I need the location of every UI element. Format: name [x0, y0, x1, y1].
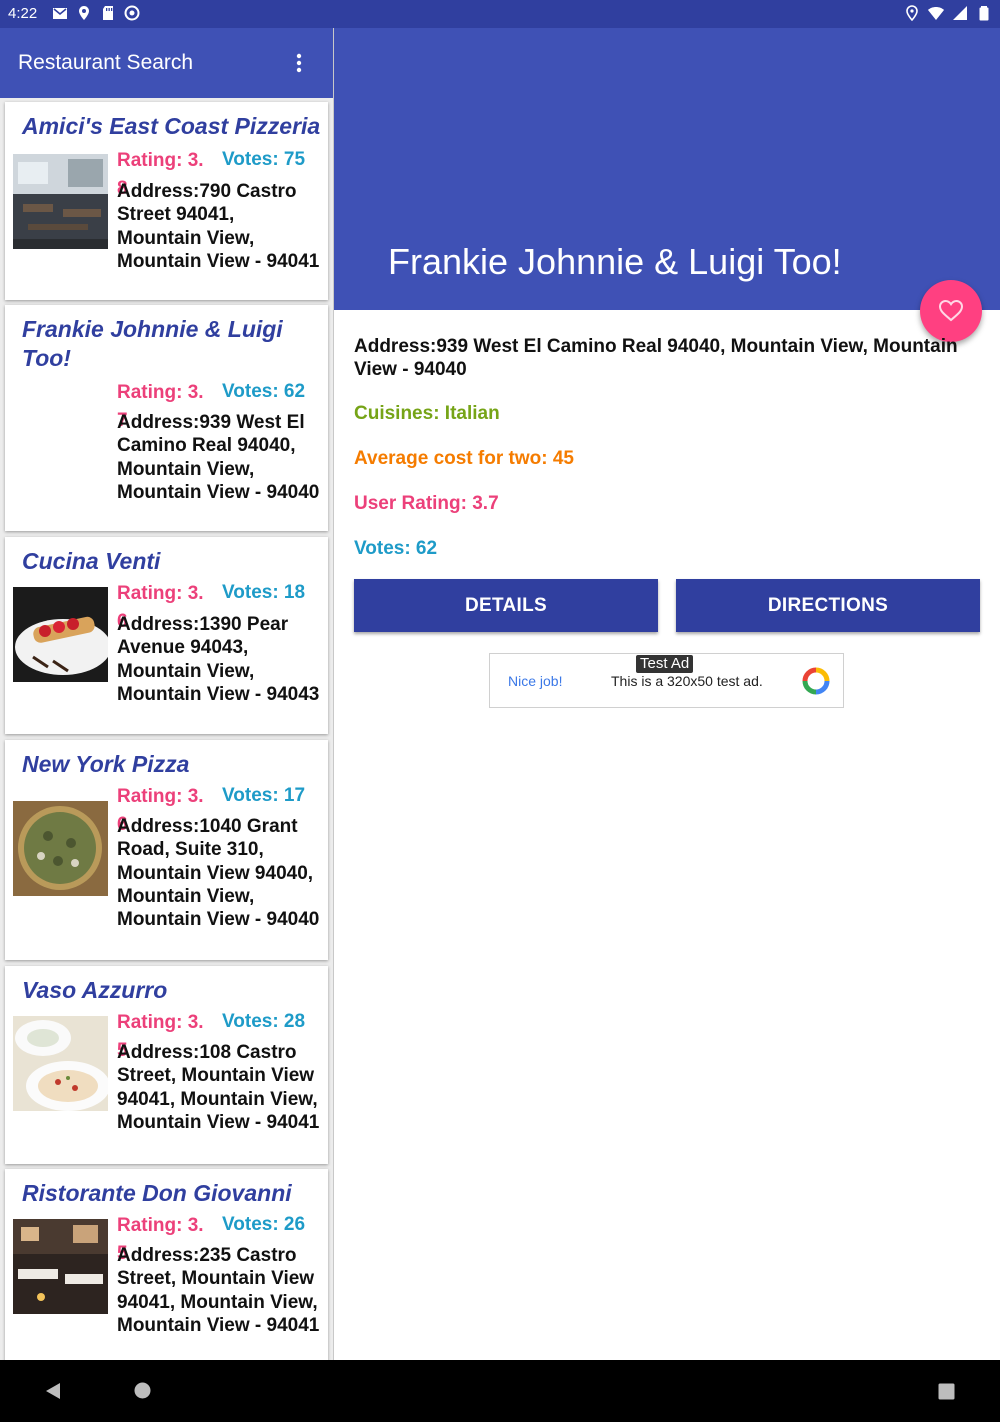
address-text: Address:790 Castro Street 94041, Mountai…: [117, 181, 320, 272]
restaurant-card[interactable]: Frankie Johnnie & Luigi Too! Rating: 3.7…: [5, 305, 328, 531]
restaurant-card[interactable]: Vaso Azzurro Rating: 3.5 Votes: 28 Addre…: [5, 966, 328, 1164]
rating-text: Rating: 3.7: [117, 382, 204, 431]
directions-button[interactable]: DIRECTIONS: [676, 579, 980, 632]
ad-nice-text: Nice job!: [508, 673, 563, 689]
address-text: Address:1040 Grant Road, Suite 310, Moun…: [117, 816, 320, 931]
rating-text: Rating: 3.6: [117, 583, 204, 632]
restaurant-card[interactable]: Amici's East Coast Pizzeria Rating: 3.8 …: [5, 102, 328, 300]
status-bar: 4:22: [0, 0, 1000, 28]
ad-logo-icon: [802, 667, 830, 695]
restaurant-name: Ristorante Don Giovanni: [22, 1180, 292, 1206]
restaurant-card[interactable]: Cucina Venti Rating: 3.6 Votes: 18 Addre…: [5, 537, 328, 734]
rating-text: Rating: 3.6: [117, 786, 204, 835]
address-text: Address:235 Castro Street, Mountain View…: [117, 1245, 320, 1336]
detail-title: Frankie Johnnie & Luigi Too!: [388, 241, 842, 282]
restaurant-card[interactable]: Ristorante Don Giovanni Rating: 3.5 Vote…: [5, 1169, 328, 1360]
heart-outline-icon: [938, 299, 964, 322]
restaurant-list[interactable]: Amici's East Coast Pizzeria Rating: 3.8 …: [0, 98, 333, 1360]
restaurant-name: Amici's East Coast Pizzeria: [22, 113, 321, 139]
details-button[interactable]: DETAILS: [354, 579, 658, 632]
app-title: Restaurant Search: [18, 51, 194, 74]
signal-icon: [953, 6, 967, 20]
wifi-icon: [928, 7, 944, 20]
rating-text: Rating: 3.5: [117, 1012, 204, 1061]
location-icon: [79, 6, 89, 20]
sync-icon: [124, 5, 140, 21]
favorite-button[interactable]: [920, 280, 982, 342]
ad-banner[interactable]: Nice job! This is a 320x50 test ad. Test…: [489, 653, 844, 708]
ad-body-text: This is a 320x50 test ad.: [611, 673, 763, 689]
votes-text: Votes: 62: [222, 381, 306, 402]
home-icon[interactable]: [134, 1382, 151, 1399]
votes-text: Votes: 75: [222, 149, 306, 170]
app-bar: Restaurant Search: [0, 28, 333, 98]
dessert-plate-photo: [13, 587, 108, 682]
rating-text: Rating: 3.5: [117, 1215, 204, 1264]
restaurant-interior-photo: [13, 154, 108, 249]
recents-icon[interactable]: [938, 1383, 955, 1400]
detail-user-rating: User Rating: 3.7: [354, 493, 499, 514]
votes-text: Votes: 28: [222, 1011, 306, 1032]
sd-card-icon: [103, 6, 113, 20]
votes-text: Votes: 17: [222, 785, 306, 806]
detail-votes: Votes: 62: [354, 538, 438, 559]
detail-cuisines: Cuisines: Italian: [354, 403, 500, 424]
more-vert-icon[interactable]: [286, 48, 312, 78]
rating-text: Rating: 3.8: [117, 150, 204, 199]
address-text: Address:1390 Pear Avenue 94043, Mountain…: [117, 614, 320, 705]
pizza-photo: [13, 801, 108, 896]
restaurant-name: Cucina Venti: [22, 548, 161, 574]
battery-icon: [979, 6, 989, 21]
ad-badge: Test Ad: [636, 655, 694, 673]
restaurant-card[interactable]: New York Pizza Rating: 3.6 Votes: 17 Add…: [5, 740, 328, 960]
location-icon: [906, 5, 918, 21]
back-icon[interactable]: [44, 1382, 62, 1400]
restaurant-name: Frankie Johnnie & Luigi Too!: [22, 316, 283, 371]
detail-header: Frankie Johnnie & Luigi Too!: [334, 28, 1000, 310]
pasta-plate-photo: [13, 1016, 108, 1111]
restaurant-name: Vaso Azzurro: [22, 977, 168, 1003]
gmail-icon: [53, 8, 67, 19]
detail-address: Address:939 West El Camino Real 94040, M…: [354, 336, 958, 380]
address-text: Address:108 Castro Street, Mountain View…: [117, 1042, 320, 1133]
dining-room-photo: [13, 1219, 108, 1314]
votes-text: Votes: 26: [222, 1214, 306, 1235]
votes-text: Votes: 18: [222, 582, 306, 603]
system-nav-bar: [0, 1360, 1000, 1422]
detail-cost: Average cost for two: 45: [354, 448, 574, 469]
status-time: 4:22: [8, 5, 38, 22]
address-text: Address:939 West El Camino Real 94040, M…: [117, 412, 320, 503]
restaurant-name: New York Pizza: [22, 751, 190, 777]
